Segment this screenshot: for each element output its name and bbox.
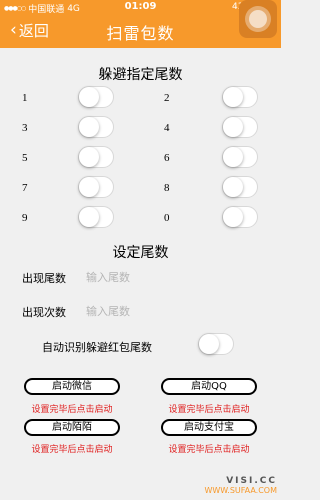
momo-hint: 设置完毕后点击启动 — [31, 445, 113, 455]
alipay-hint: 设置完毕后点击启动 — [168, 445, 250, 455]
count-input[interactable] — [86, 302, 246, 320]
digit-label-5: 5 — [22, 152, 28, 164]
toggle-digit-5[interactable] — [78, 146, 114, 168]
toggle-knob — [199, 334, 219, 354]
toggle-knob — [79, 147, 99, 167]
toggle-digit-2[interactable] — [222, 86, 258, 108]
watermark-url: WWW.SUFAA.COM — [204, 486, 277, 495]
toggle-knob — [223, 177, 243, 197]
digit-label-8: 8 — [164, 182, 170, 194]
wechat-hint: 设置完毕后点击启动 — [31, 405, 113, 415]
set-section-title: 设定尾数 — [112, 245, 169, 261]
toggle-knob — [223, 147, 243, 167]
launch-momo-button[interactable]: 启动陌陌 — [24, 419, 120, 436]
watermark: VISI.CC WWW.SUFAA.COM — [204, 476, 277, 496]
tail-label: 出现尾数 — [22, 272, 66, 285]
toggle-digit-1[interactable] — [78, 86, 114, 108]
toggle-knob — [223, 87, 243, 107]
digit-label-7: 7 — [22, 182, 28, 194]
tail-input[interactable] — [86, 268, 246, 286]
assistive-touch-button[interactable] — [239, 0, 277, 38]
toggle-digit-9[interactable] — [78, 206, 114, 228]
toggle-knob — [79, 117, 99, 137]
count-label: 出现次数 — [22, 306, 66, 319]
watermark-text: VISI.CC — [226, 476, 277, 486]
digit-label-0: 0 — [164, 212, 170, 224]
digit-label-6: 6 — [164, 152, 170, 164]
toggle-knob — [223, 117, 243, 137]
toggle-knob — [223, 207, 243, 227]
launch-alipay-button[interactable]: 启动支付宝 — [161, 419, 257, 436]
digit-label-4: 4 — [164, 122, 170, 134]
launch-wechat-button[interactable]: 启动微信 — [24, 378, 120, 395]
toggle-digit-3[interactable] — [78, 116, 114, 138]
qq-hint: 设置完毕后点击启动 — [168, 405, 250, 415]
auto-detect-label: 自动识别躲避红包尾数 — [42, 341, 152, 354]
digit-label-3: 3 — [22, 122, 28, 134]
toggle-digit-6[interactable] — [222, 146, 258, 168]
assistive-dot-icon — [249, 10, 267, 28]
toggle-knob — [79, 177, 99, 197]
avoid-section-title: 躲避指定尾数 — [98, 67, 183, 83]
toggle-digit-4[interactable] — [222, 116, 258, 138]
toggle-digit-8[interactable] — [222, 176, 258, 198]
digit-label-9: 9 — [22, 212, 28, 224]
digit-label-1: 1 — [22, 92, 28, 104]
digit-label-2: 2 — [164, 92, 170, 104]
toggle-digit-0[interactable] — [222, 206, 258, 228]
auto-detect-toggle[interactable] — [198, 333, 234, 355]
toggle-knob — [79, 207, 99, 227]
launch-qq-button[interactable]: 启动QQ — [161, 378, 257, 395]
toggle-digit-7[interactable] — [78, 176, 114, 198]
toggle-knob — [79, 87, 99, 107]
